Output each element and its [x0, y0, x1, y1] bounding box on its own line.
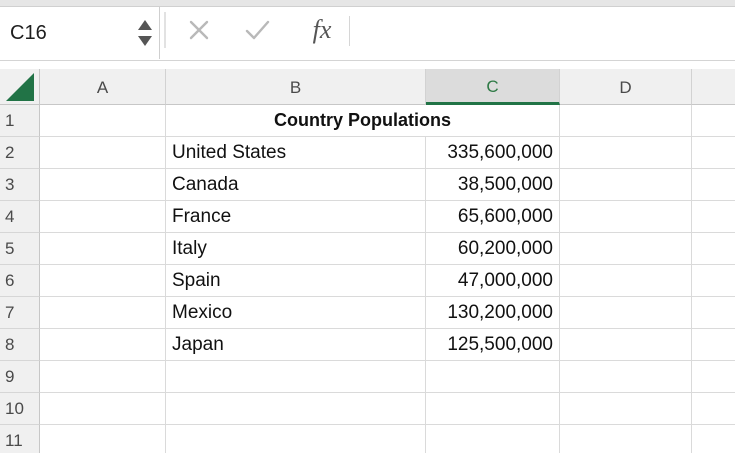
column-header-d[interactable]: D: [560, 69, 692, 105]
formula-bar: C16 fx: [0, 0, 735, 60]
cell-a7[interactable]: [40, 297, 166, 329]
name-box[interactable]: C16: [0, 7, 160, 59]
cell-e5[interactable]: [692, 233, 735, 265]
cell-a1[interactable]: [40, 105, 166, 137]
cell-a11[interactable]: [40, 425, 166, 453]
cell-b11[interactable]: [166, 425, 426, 453]
select-all-triangle-icon: [6, 73, 34, 101]
cell-d3[interactable]: [560, 169, 692, 201]
cell-e2[interactable]: [692, 137, 735, 169]
cell-c8[interactable]: 125,500,000: [426, 329, 560, 361]
cell-d10[interactable]: [560, 393, 692, 425]
cell-c11[interactable]: [426, 425, 560, 453]
formula-bar-border: [0, 60, 735, 61]
cell-b3[interactable]: Canada: [166, 169, 426, 201]
cell-d11[interactable]: [560, 425, 692, 453]
cell-d4[interactable]: [560, 201, 692, 233]
cell-c2[interactable]: 335,600,000: [426, 137, 560, 169]
cell-b9[interactable]: [166, 361, 426, 393]
cell-b6[interactable]: Spain: [166, 265, 426, 297]
cell-d1[interactable]: [560, 105, 692, 137]
cell-e4[interactable]: [692, 201, 735, 233]
formula-bar-grip[interactable]: [164, 12, 166, 48]
cell-c9[interactable]: [426, 361, 560, 393]
cell-a6[interactable]: [40, 265, 166, 297]
cell-c3[interactable]: 38,500,000: [426, 169, 560, 201]
cell-b1-title[interactable]: Country Populations: [166, 105, 560, 137]
row-header-3[interactable]: 3: [0, 169, 40, 201]
cell-a2[interactable]: [40, 137, 166, 169]
select-all-button[interactable]: [0, 69, 40, 105]
cell-c4[interactable]: 65,600,000: [426, 201, 560, 233]
cell-d6[interactable]: [560, 265, 692, 297]
cell-c10[interactable]: [426, 393, 560, 425]
cell-d7[interactable]: [560, 297, 692, 329]
cell-e10[interactable]: [692, 393, 735, 425]
cell-d5[interactable]: [560, 233, 692, 265]
cell-c7[interactable]: 130,200,000: [426, 297, 560, 329]
row-header-2[interactable]: 2: [0, 137, 40, 169]
cell-a8[interactable]: [40, 329, 166, 361]
formula-input[interactable]: [356, 14, 728, 48]
name-box-value: C16: [10, 22, 47, 44]
cell-d2[interactable]: [560, 137, 692, 169]
cell-d9[interactable]: [560, 361, 692, 393]
cell-b8[interactable]: Japan: [166, 329, 426, 361]
column-header-a[interactable]: A: [40, 69, 166, 105]
cell-e7[interactable]: [692, 297, 735, 329]
name-box-dropdown-icon[interactable]: [134, 17, 156, 49]
cell-a9[interactable]: [40, 361, 166, 393]
close-icon[interactable]: [182, 14, 216, 46]
cell-e6[interactable]: [692, 265, 735, 297]
row-header-6[interactable]: 6: [0, 265, 40, 297]
row-header-1[interactable]: 1: [0, 105, 40, 137]
row-header-10[interactable]: 10: [0, 393, 40, 425]
cell-a10[interactable]: [40, 393, 166, 425]
toolbar-edge: [0, 0, 735, 7]
cell-a5[interactable]: [40, 233, 166, 265]
row-header-7[interactable]: 7: [0, 297, 40, 329]
checkmark-icon[interactable]: [240, 14, 274, 46]
row-header-8[interactable]: 8: [0, 329, 40, 361]
spreadsheet-grid: A B C D 1 2 3 4 5 6 7 8 9 10 11 Country …: [0, 69, 735, 453]
row-header-11[interactable]: 11: [0, 425, 40, 453]
cell-c6[interactable]: 47,000,000: [426, 265, 560, 297]
column-header-b[interactable]: B: [166, 69, 426, 105]
row-header-9[interactable]: 9: [0, 361, 40, 393]
cell-b2[interactable]: United States: [166, 137, 426, 169]
cell-e8[interactable]: [692, 329, 735, 361]
cell-e9[interactable]: [692, 361, 735, 393]
column-header-c[interactable]: C: [426, 69, 560, 105]
cell-d8[interactable]: [560, 329, 692, 361]
cell-c5[interactable]: 60,200,000: [426, 233, 560, 265]
cell-e1[interactable]: [692, 105, 735, 137]
formula-separator: [349, 16, 350, 46]
cell-b7[interactable]: Mexico: [166, 297, 426, 329]
insert-function-button[interactable]: fx: [302, 14, 342, 46]
cell-a3[interactable]: [40, 169, 166, 201]
cell-a4[interactable]: [40, 201, 166, 233]
cell-b4[interactable]: France: [166, 201, 426, 233]
row-header-5[interactable]: 5: [0, 233, 40, 265]
cell-e11[interactable]: [692, 425, 735, 453]
row-header-4[interactable]: 4: [0, 201, 40, 233]
cell-e3[interactable]: [692, 169, 735, 201]
cell-b10[interactable]: [166, 393, 426, 425]
column-header-e[interactable]: [692, 69, 735, 105]
cell-b5[interactable]: Italy: [166, 233, 426, 265]
